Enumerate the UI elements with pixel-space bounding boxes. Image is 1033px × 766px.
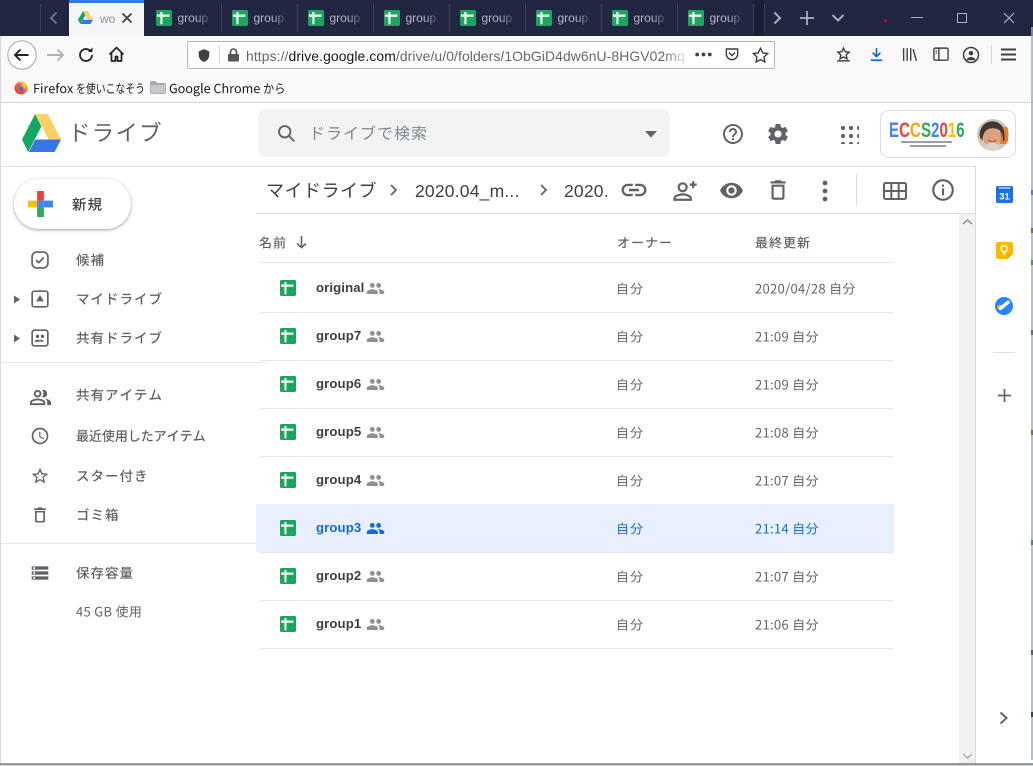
svg-text:31: 31 (999, 192, 1010, 203)
